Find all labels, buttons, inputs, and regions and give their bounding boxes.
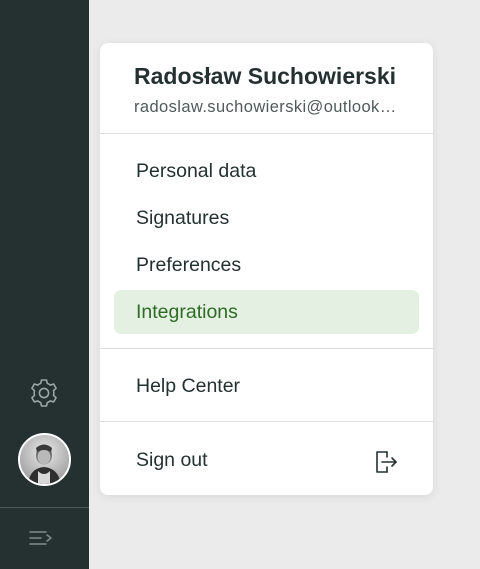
- collapse-menu-icon[interactable]: [28, 527, 54, 549]
- menu-item-help-center[interactable]: Help Center: [114, 364, 419, 408]
- gear-icon[interactable]: [26, 375, 62, 411]
- menu-item-label: Preferences: [136, 253, 242, 276]
- menu-item-label: Help Center: [136, 374, 241, 397]
- menu-item-personal-data[interactable]: Personal data: [114, 149, 419, 193]
- user-dropdown-menu: Radosław Suchowierski radoslaw.suchowier…: [100, 43, 433, 495]
- user-avatar[interactable]: [18, 433, 71, 486]
- menu-item-integrations[interactable]: Integrations: [114, 290, 419, 334]
- menu-item-label: Personal data: [136, 159, 257, 182]
- menu-divider: [100, 348, 433, 349]
- sign-out-label: Sign out: [136, 448, 208, 471]
- menu-divider: [100, 133, 433, 134]
- menu-item-label: Integrations: [136, 300, 238, 323]
- menu-divider: [100, 421, 433, 422]
- sign-out-button[interactable]: Sign out: [114, 438, 419, 482]
- user-name: Radosław Suchowierski: [134, 63, 397, 89]
- sign-out-icon: [373, 449, 399, 475]
- user-email: radoslaw.suchowierski@outlook.com: [134, 98, 399, 116]
- sidebar-divider: [0, 507, 89, 508]
- menu-item-preferences[interactable]: Preferences: [114, 243, 419, 287]
- menu-item-label: Signatures: [136, 206, 230, 229]
- menu-item-signatures[interactable]: Signatures: [114, 196, 419, 240]
- sidebar: [0, 0, 89, 569]
